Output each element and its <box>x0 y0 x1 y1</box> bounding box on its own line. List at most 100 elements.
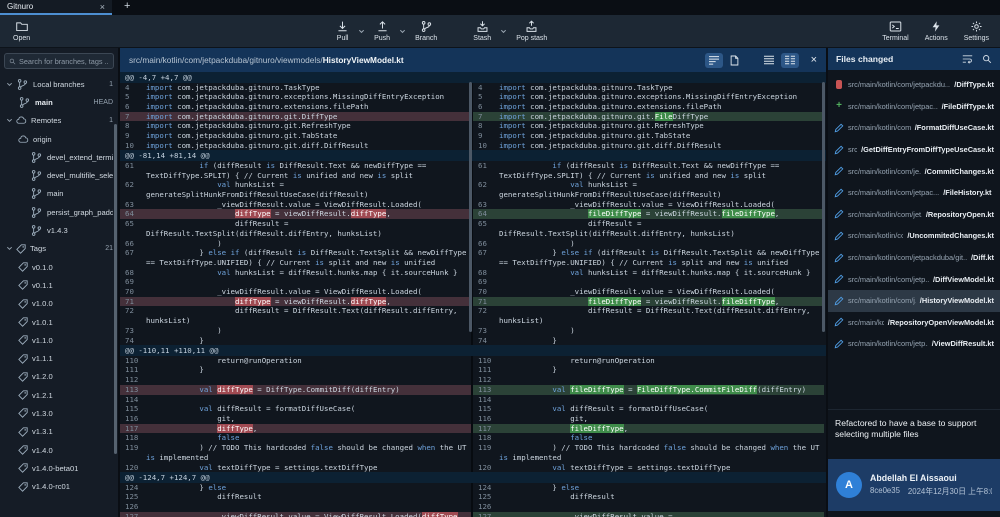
file-changed-row[interactable]: src/main/kotlin/com/j.../HistoryViewMode… <box>828 290 1000 312</box>
sidebar-item-v1-3-1[interactable]: v1.3.1 <box>0 423 118 441</box>
chevron-down-icon[interactable] <box>358 28 365 35</box>
diff-row: 74 }74 } <box>120 336 826 346</box>
sidebar-item-local-branches[interactable]: Local branches1 <box>0 75 118 93</box>
sidebar-item-v1-4-3[interactable]: v1.4.3 <box>0 221 118 239</box>
search-input[interactable] <box>19 57 109 66</box>
sidebar-item-v1-3-0[interactable]: v1.3.0 <box>0 404 118 422</box>
stash-button[interactable]: Stash <box>470 19 494 43</box>
line-number: 65 <box>120 219 146 238</box>
sidebar-item-v0-1-0[interactable]: v0.1.0 <box>0 258 118 276</box>
sidebar-item-v1-1-1[interactable]: v1.1.1 <box>0 349 118 367</box>
actions-icon <box>930 20 942 33</box>
file-changed-row[interactable]: src/main/kotlin/com/jetp.../DiffViewMode… <box>828 268 1000 290</box>
file-changed-row[interactable]: src/main/kotlin/com/jetpackdu.../DiffTyp… <box>828 74 1000 96</box>
search-icon[interactable] <box>982 54 992 64</box>
left-pane-scrollbar[interactable] <box>469 82 472 332</box>
code-line: import com.jetpackduba.gitnuro.TaskType <box>146 83 471 93</box>
file-changed-row[interactable]: src/main/kotlin/com/jetpackduba/git.../D… <box>828 247 1000 269</box>
diff-row: 63 _viewDiffResult.value = ViewDiffResul… <box>120 200 826 210</box>
file-changed-row[interactable]: src/.../GetDiffEntryFromDiffTypeUseCase.… <box>828 139 1000 161</box>
sidebar-item-v1-1-0[interactable]: v1.1.0 <box>0 331 118 349</box>
repo-tab[interactable]: Gitnuro × <box>0 0 112 15</box>
line-number: 114 <box>471 395 499 405</box>
file-changed-row[interactable]: src/main/kotlin/co.../UncommitedChanges.… <box>828 225 1000 247</box>
chevron-down-icon[interactable] <box>399 28 406 35</box>
code-line: import com.jetpackduba.gitnuro.git.Refre… <box>499 121 824 131</box>
code-line <box>146 375 471 385</box>
sidebar-item-v1-0-1[interactable]: v1.0.1 <box>0 313 118 331</box>
terminal-button[interactable]: Terminal <box>879 19 911 43</box>
file-changed-row[interactable]: src/main/kotlin/com/jetpac.../FileHistor… <box>828 182 1000 204</box>
close-diff-button[interactable]: × <box>811 55 817 66</box>
chevron-down-icon[interactable] <box>6 245 13 252</box>
sidebar-item-persist-graph-padding[interactable]: persist_graph_padding <box>0 203 118 221</box>
code-line: diffResult <box>499 492 824 502</box>
new-tab-button[interactable]: + <box>124 0 130 15</box>
sidebar-item-main[interactable]: main <box>0 185 118 203</box>
sidebar-item-origin[interactable]: origin <box>0 130 118 148</box>
code-line: diffType = viewDiffResult.diffType, <box>146 209 471 219</box>
wrap-lines-button[interactable] <box>705 53 723 68</box>
tag-icon <box>18 463 28 473</box>
file-changed-row[interactable]: src/main/ko.../RepositoryOpenViewModel.k… <box>828 312 1000 334</box>
file-changed-row[interactable]: src/main/kotlin/com/je.../CommitChanges.… <box>828 160 1000 182</box>
code-line: diffResult = DiffResult.Text(diffResult.… <box>146 306 471 325</box>
sidebar-item-v1-4-0-beta01[interactable]: v1.4.0-beta01 <box>0 459 118 477</box>
code-line: } <box>499 336 824 346</box>
sidebar-item-v1-2-0[interactable]: v1.2.0 <box>0 368 118 386</box>
file-changed-row[interactable]: src/main/kotlin/com/jetp.../ViewDiffResu… <box>828 333 1000 355</box>
tag-icon <box>18 280 28 290</box>
code-line: } <box>146 365 471 375</box>
split-view-button[interactable] <box>781 53 799 68</box>
word-wrap-icon[interactable] <box>962 54 973 64</box>
line-number: 119 <box>471 443 499 462</box>
sidebar-item-remotes[interactable]: Remotes1 <box>0 112 118 130</box>
code-line <box>146 395 471 405</box>
modified-pencil-icon <box>834 253 844 263</box>
sidebar-item-devel-multifile-selection[interactable]: devel_multifile_selection <box>0 166 118 184</box>
sidebar-item-v0-1-1[interactable]: v0.1.1 <box>0 276 118 294</box>
open-button[interactable]: Open <box>10 19 33 43</box>
sidebar-item-v1-2-1[interactable]: v1.2.1 <box>0 386 118 404</box>
sidebar-item-v1-4-0-rc01[interactable]: v1.4.0-rc01 <box>0 478 118 496</box>
code-line: ) <box>146 239 471 249</box>
close-tab-icon[interactable]: × <box>100 2 105 12</box>
file-changed-row[interactable]: src/main/kotlin/com/jet.../RepositoryOpe… <box>828 204 1000 226</box>
line-number: 72 <box>471 306 499 325</box>
sidebar-scrollbar[interactable] <box>114 124 117 454</box>
file-changed-row[interactable]: src/main/kotlin/com.../FormatDiffUseCase… <box>828 117 1000 139</box>
code-line: import com.jetpackduba.gitnuro.extension… <box>146 102 471 112</box>
code-line: return@runOperation <box>146 356 471 366</box>
chevron-down-icon[interactable] <box>6 81 13 88</box>
settings-button[interactable]: Settings <box>961 19 992 43</box>
branch-icon <box>30 187 43 200</box>
sidebar-item-v1-0-0[interactable]: v1.0.0 <box>0 295 118 313</box>
commit-author-card: A Abdellah El Aissaoui 8ce0e35 2024年12月3… <box>828 459 1000 511</box>
sidebar-item-label: v1.1.0 <box>32 336 53 345</box>
right-pane-scrollbar[interactable] <box>822 82 825 332</box>
push-button[interactable]: Push <box>371 19 393 43</box>
chevron-down-icon[interactable] <box>6 117 13 124</box>
sidebar-item-v1-4-0[interactable]: v1.4.0 <box>0 441 118 459</box>
branch-search-box[interactable] <box>4 53 114 69</box>
file-changed-row[interactable]: +src/main/kotlin/com/jetpac.../FileDiffT… <box>828 96 1000 118</box>
sidebar-item-devel-extend-terminal[interactable]: devel_extend_terminal <box>0 148 118 166</box>
code-line: } else if (diffResult is DiffResult.Text… <box>499 248 824 267</box>
pull-button[interactable]: Pull <box>333 19 352 43</box>
chevron-down-icon[interactable] <box>500 28 507 35</box>
file-dir: src/main/kotlin/com... <box>848 123 911 132</box>
line-number: 71 <box>120 297 146 307</box>
code-line <box>146 502 471 512</box>
pop-stash-button[interactable]: Pop stash <box>513 19 550 43</box>
sidebar-item-tags[interactable]: Tags21 <box>0 240 118 258</box>
branch-button[interactable]: Branch <box>412 19 440 43</box>
unified-view-button[interactable] <box>760 53 778 68</box>
actions-button[interactable]: Actions <box>922 19 951 43</box>
code-line: ) <box>499 239 824 249</box>
line-number: 125 <box>471 492 499 502</box>
code-line: false <box>499 433 824 443</box>
sidebar-item-main[interactable]: mainHEAD <box>0 93 118 111</box>
files-changed-header: Files changed <box>828 48 1000 70</box>
toolbar: Open Pull Push Branch Stash Pop stash Termi… <box>0 15 1000 48</box>
full-file-button[interactable] <box>726 53 744 68</box>
